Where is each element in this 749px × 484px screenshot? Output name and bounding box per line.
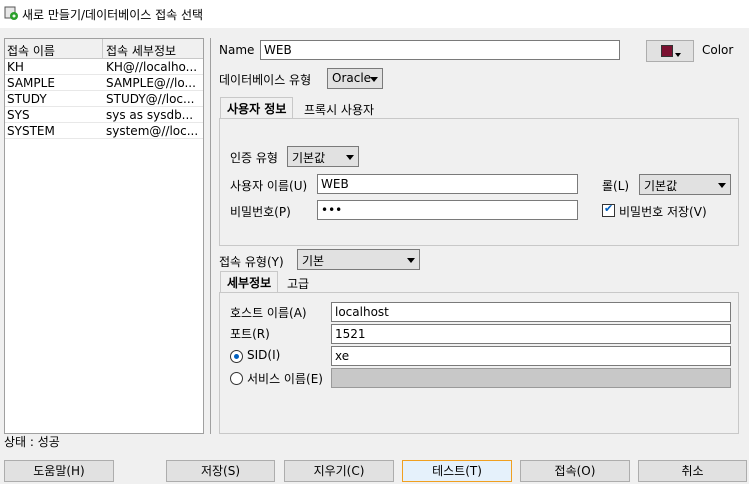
connect-button[interactable]: 접속(O): [520, 460, 630, 482]
conn-type-label: 접속 유형(Y): [219, 255, 284, 269]
connection-name: SAMPLE: [7, 76, 55, 90]
chevron-down-icon: [675, 53, 681, 57]
username-input[interactable]: WEB: [317, 174, 578, 194]
auth-type-value: 기본값: [292, 151, 326, 165]
chevron-down-icon: [370, 77, 378, 82]
connection-detail: STUDY@//loc...: [106, 92, 195, 106]
connection-list-header: 접속 이름 접속 세부정보: [5, 39, 203, 59]
table-row[interactable]: STUDY STUDY@//loc...: [5, 91, 203, 107]
database-connect-icon: [4, 6, 18, 20]
tab-advanced[interactable]: 고급: [285, 273, 311, 294]
service-name-input: [331, 368, 731, 388]
connection-name: SYS: [7, 108, 30, 122]
db-type-label: 데이터베이스 유형: [219, 73, 312, 87]
save-password-label: 비밀번호 저장(V): [619, 205, 707, 219]
connection-name-input[interactable]: WEB: [260, 40, 620, 60]
connection-name: KH: [7, 60, 24, 74]
connection-detail: SAMPLE@//lo...: [106, 76, 196, 90]
sid-label: SID(I): [247, 348, 281, 362]
table-row[interactable]: KH KH@//localho...: [5, 59, 203, 75]
status-text: 상태 : 성공: [4, 435, 60, 449]
table-row[interactable]: SAMPLE SAMPLE@//lo...: [5, 75, 203, 91]
radio-selected-icon: [234, 354, 239, 359]
chevron-down-icon: [407, 258, 415, 263]
save-password-checkbox[interactable]: ✔: [602, 202, 615, 217]
db-type-select[interactable]: Oracle: [327, 68, 383, 89]
table-row[interactable]: SYS sys as sysdb...: [5, 107, 203, 123]
sid-radio[interactable]: [230, 350, 243, 363]
connection-detail: sys as sysdb...: [106, 108, 194, 122]
table-row[interactable]: SYSTEM system@//loc...: [5, 123, 203, 139]
connection-detail: KH@//localho...: [106, 60, 198, 74]
sid-input[interactable]: xe: [331, 346, 731, 366]
name-label: Name: [219, 43, 255, 57]
connection-name: STUDY: [7, 92, 47, 106]
color-picker-button[interactable]: [646, 40, 694, 62]
service-name-radio[interactable]: [230, 372, 243, 385]
test-button[interactable]: 테스트(T): [402, 460, 512, 482]
username-label: 사용자 이름(U): [230, 179, 308, 193]
connection-name: SYSTEM: [7, 124, 55, 138]
role-label: 롤(L): [602, 179, 630, 193]
title-bar: 새로 만들기/데이터베이스 접속 선택: [0, 0, 749, 28]
password-input[interactable]: •••: [317, 200, 578, 220]
port-input[interactable]: 1521: [331, 324, 731, 344]
column-divider[interactable]: [102, 39, 103, 59]
conn-type-value: 기본: [302, 254, 325, 268]
db-type-value: Oracle: [332, 71, 372, 85]
role-value: 기본값: [644, 179, 678, 193]
auth-type-select[interactable]: 기본값: [287, 146, 359, 167]
tab-details[interactable]: 세부정보: [220, 271, 279, 292]
clear-button[interactable]: 지우기(C): [284, 460, 394, 482]
column-header-name[interactable]: 접속 이름: [7, 42, 55, 59]
tab-user-info[interactable]: 사용자 정보: [220, 97, 294, 118]
save-button[interactable]: 저장(S): [166, 460, 275, 482]
window-title: 새로 만들기/데이터베이스 접속 선택: [22, 8, 204, 22]
help-button[interactable]: 도움말(H): [4, 460, 114, 482]
conn-type-select[interactable]: 기본: [297, 249, 420, 270]
panel-divider[interactable]: [210, 38, 211, 434]
role-select[interactable]: 기본값: [639, 174, 731, 195]
tab-proxy-user[interactable]: 프록시 사용자: [302, 99, 376, 120]
checkmark-icon: ✔: [604, 202, 614, 215]
connection-list[interactable]: 접속 이름 접속 세부정보 KH KH@//localho... SAMPLE …: [4, 38, 204, 434]
chevron-down-icon: [718, 183, 726, 188]
column-header-detail[interactable]: 접속 세부정보: [106, 42, 176, 59]
port-label: 포트(R): [230, 327, 270, 341]
host-label: 호스트 이름(A): [230, 306, 307, 320]
color-swatch-icon: [661, 45, 673, 57]
host-input[interactable]: localhost: [331, 302, 731, 322]
color-label: Color: [702, 43, 734, 57]
connection-detail: system@//loc...: [106, 124, 199, 138]
password-label: 비밀번호(P): [230, 205, 291, 219]
auth-type-label: 인증 유형: [230, 151, 278, 165]
cancel-button[interactable]: 취소: [638, 460, 747, 482]
service-name-label: 서비스 이름(E): [247, 372, 323, 386]
chevron-down-icon: [346, 155, 354, 160]
